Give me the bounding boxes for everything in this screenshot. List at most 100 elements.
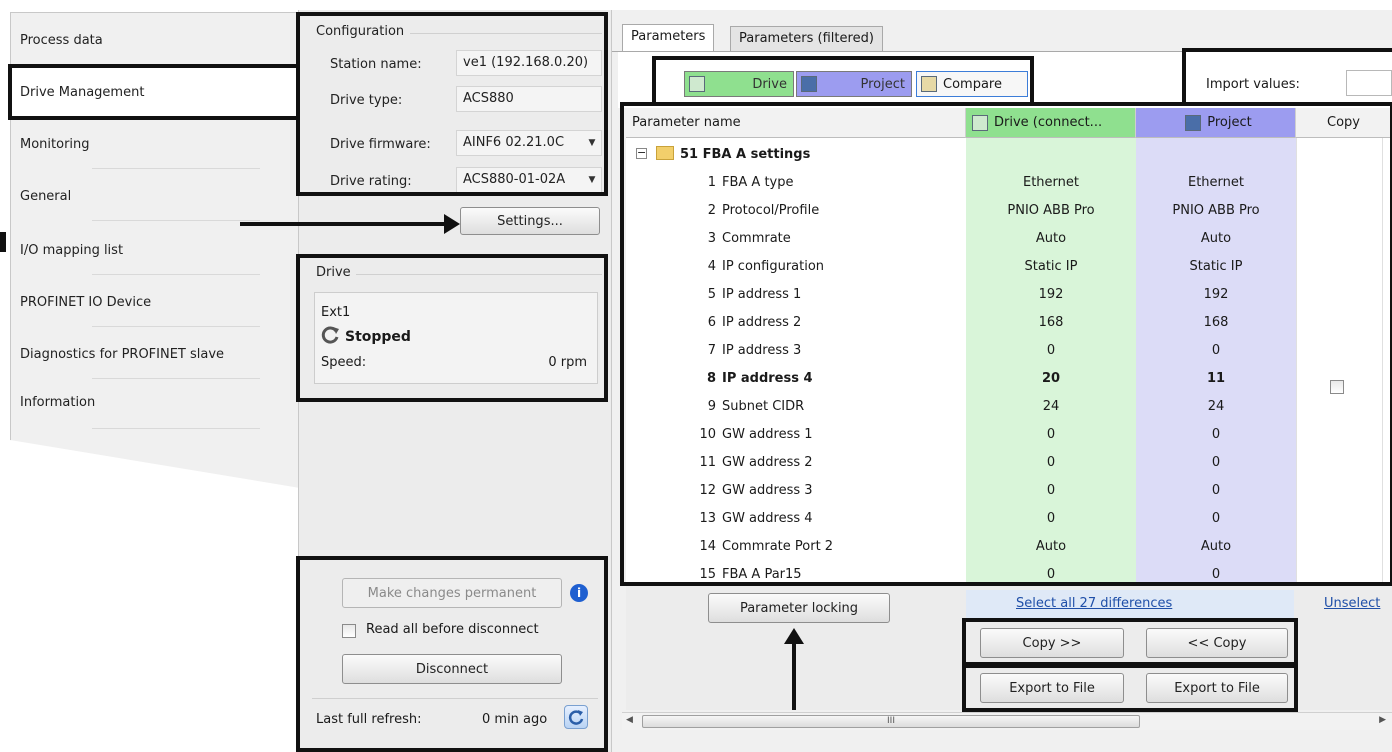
- drive-value[interactable]: PNIO ABB Pro: [966, 196, 1136, 224]
- project-value[interactable]: Static IP: [1136, 252, 1296, 280]
- table-row[interactable]: 6 IP address 2 168 168: [626, 308, 1392, 336]
- column-header-copy[interactable]: Copy: [1296, 108, 1392, 138]
- drive-value[interactable]: 0: [966, 448, 1136, 476]
- table-row[interactable]: 1 FBA A type Ethernet Ethernet: [626, 168, 1392, 196]
- compare-icon: [921, 76, 937, 92]
- table-row[interactable]: 5 IP address 1 192 192: [626, 280, 1392, 308]
- project-view-button[interactable]: Project: [796, 71, 912, 97]
- project-value[interactable]: 0: [1136, 420, 1296, 448]
- drive-value[interactable]: 168: [966, 308, 1136, 336]
- project-value[interactable]: 0: [1136, 448, 1296, 476]
- table-row[interactable]: 13 GW address 4 00: [626, 504, 1392, 532]
- param-name: GW address 3: [722, 482, 813, 498]
- disconnect-button[interactable]: Disconnect: [342, 654, 562, 684]
- drive-value[interactable]: 0: [966, 476, 1136, 504]
- nav-item-diagnostics[interactable]: Diagnostics for PROFINET slave: [10, 328, 298, 380]
- scroll-right-icon[interactable]: ▶: [1379, 715, 1386, 725]
- parameter-locking-button[interactable]: Parameter locking: [708, 593, 890, 623]
- scrollbar-thumb[interactable]: III: [642, 715, 1140, 728]
- compare-view-button[interactable]: Compare: [916, 71, 1028, 97]
- drive-value[interactable]: Auto: [966, 224, 1136, 252]
- table-row[interactable]: 3 Commrate Auto Auto: [626, 224, 1392, 252]
- project-value[interactable]: PNIO ABB Pro: [1136, 196, 1296, 224]
- read-all-checkbox[interactable]: [342, 624, 356, 638]
- drive-firmware-select[interactable]: AINF6 02.21.0C ▼: [456, 130, 602, 156]
- nav-separator: [92, 428, 260, 429]
- make-changes-permanent-button[interactable]: Make changes permanent: [342, 578, 562, 608]
- table-row[interactable]: 11 GW address 2 00: [626, 448, 1392, 476]
- param-number: 8: [706, 370, 716, 386]
- drive-value[interactable]: Auto: [966, 532, 1136, 560]
- table-row[interactable]: 15 FBA A Par15 0 0: [626, 560, 1392, 582]
- scroll-left-icon[interactable]: ◀: [626, 715, 633, 725]
- nav-item-monitoring[interactable]: Monitoring: [10, 118, 298, 170]
- drive-value[interactable]: 0: [966, 336, 1136, 364]
- select-all-differences-link[interactable]: Select all 27 differences: [1016, 596, 1172, 611]
- param-name: FBA A type: [722, 174, 794, 190]
- table-row[interactable]: 9 Subnet CIDR 24 24: [626, 392, 1392, 420]
- chevron-down-icon[interactable]: ▼: [585, 171, 599, 189]
- unselect-link[interactable]: Unselect: [1324, 596, 1380, 611]
- param-name: Protocol/Profile: [722, 202, 820, 218]
- project-value[interactable]: 0: [1136, 504, 1296, 532]
- settings-button[interactable]: Settings...: [460, 207, 600, 235]
- tab-parameters[interactable]: Parameters: [622, 24, 715, 52]
- drive-value[interactable]: 20: [966, 364, 1136, 392]
- column-header-project[interactable]: Project: [1136, 108, 1296, 138]
- copy-to-project-button[interactable]: Copy >>: [980, 628, 1124, 658]
- nav-item-label: Monitoring: [20, 136, 90, 152]
- import-values-select[interactable]: [1346, 70, 1392, 96]
- table-row[interactable]: 2 Protocol/Profile PNIO ABB Pro PNIO ABB Pr…: [626, 196, 1392, 224]
- project-value[interactable]: 0: [1136, 336, 1296, 364]
- copy-to-drive-button[interactable]: << Copy: [1146, 628, 1288, 658]
- export-drive-button[interactable]: Export to File: [980, 673, 1124, 703]
- refresh-icon[interactable]: [564, 705, 588, 729]
- nav-item-information[interactable]: Information: [10, 376, 298, 428]
- nav-item-general[interactable]: General: [10, 170, 298, 222]
- project-value[interactable]: 0: [1136, 476, 1296, 504]
- nav-item-label: I/O mapping list: [20, 242, 124, 258]
- project-value[interactable]: 11: [1136, 364, 1296, 392]
- column-header-name[interactable]: Parameter name: [626, 108, 966, 138]
- project-value[interactable]: 0: [1136, 560, 1296, 582]
- table-row[interactable]: 7 IP address 3 00: [626, 336, 1392, 364]
- horizontal-scrollbar[interactable]: ◀ III ▶: [622, 712, 1392, 730]
- column-header-drive[interactable]: Drive (connect...: [966, 108, 1136, 138]
- drive-value[interactable]: 0: [966, 504, 1136, 532]
- table-row[interactable]: 8 IP address 4 20 11: [626, 364, 1392, 392]
- table-row[interactable]: 10 GW address 1 00: [626, 420, 1392, 448]
- project-value[interactable]: Auto: [1136, 224, 1296, 252]
- table-row[interactable]: 4 IP configuration Static IP Static IP: [626, 252, 1392, 280]
- project-value[interactable]: Ethernet: [1136, 168, 1296, 196]
- nav-item-io-mapping-list[interactable]: I/O mapping list: [10, 224, 298, 276]
- rotate-icon: [321, 325, 341, 345]
- drive-rating-select[interactable]: ACS880-01-02A ▼: [456, 167, 602, 193]
- drive-value[interactable]: 0: [966, 560, 1136, 582]
- param-name: Commrate Port 2: [722, 538, 834, 554]
- collapse-icon[interactable]: −: [636, 147, 647, 159]
- drive-value[interactable]: 0: [966, 420, 1136, 448]
- drive-view-button[interactable]: Drive: [684, 71, 794, 97]
- param-name: FBA A Par15: [722, 566, 802, 582]
- project-value[interactable]: 192: [1136, 280, 1296, 308]
- drive-value[interactable]: Static IP: [966, 252, 1136, 280]
- nav-item-profinet-io-device[interactable]: PROFINET IO Device: [10, 276, 298, 328]
- param-name: GW address 1: [722, 426, 813, 442]
- table-row[interactable]: 12 GW address 3 00: [626, 476, 1392, 504]
- project-value[interactable]: Auto: [1136, 532, 1296, 560]
- tab-parameters-filtered[interactable]: Parameters (filtered): [730, 26, 883, 52]
- chevron-down-icon[interactable]: ▼: [585, 134, 599, 152]
- export-project-button[interactable]: Export to File: [1146, 673, 1288, 703]
- info-icon[interactable]: i: [570, 584, 588, 602]
- project-value[interactable]: 168: [1136, 308, 1296, 336]
- table-row[interactable]: 14 Commrate Port 2 Auto Auto: [626, 532, 1392, 560]
- group-row[interactable]: − 51 FBA A settings: [626, 140, 1392, 168]
- drive-value[interactable]: 24: [966, 392, 1136, 420]
- group-divider: [356, 274, 602, 275]
- nav-item-process-data[interactable]: Process data: [10, 14, 298, 66]
- nav-item-drive-management[interactable]: Drive Management: [10, 66, 298, 118]
- project-value[interactable]: 24: [1136, 392, 1296, 420]
- drive-value[interactable]: Ethernet: [966, 168, 1136, 196]
- drive-value[interactable]: 192: [966, 280, 1136, 308]
- copy-checkbox[interactable]: [1330, 380, 1344, 394]
